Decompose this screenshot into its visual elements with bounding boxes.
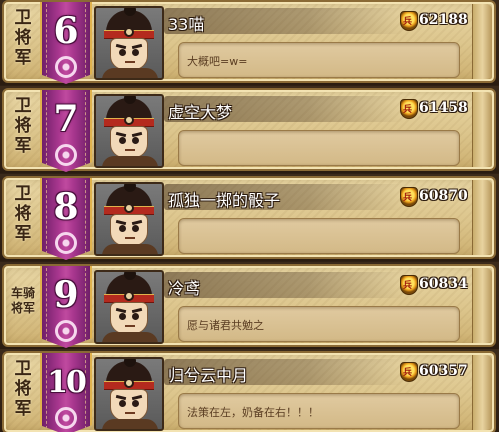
player-message: 法策在左，奶备在右！！！ <box>187 406 319 419</box>
player-name[interactable]: 冷鸢 <box>168 275 200 299</box>
rank-banner: 8 <box>40 178 92 260</box>
player-avatar[interactable] <box>94 94 164 168</box>
leaderboard-list: 卫将军 6 33喵 62188 大概吧=w= 卫将军 <box>0 0 499 432</box>
rank-banner: 6 <box>40 2 92 84</box>
swirl-emblem-icon <box>55 56 77 78</box>
rank-banner: 9 <box>40 266 92 348</box>
swirl-emblem-icon <box>55 320 77 342</box>
player-avatar[interactable] <box>94 270 164 344</box>
player-power: 61458 <box>419 100 468 116</box>
player-name[interactable]: 33喵 <box>168 11 204 35</box>
power-medal-icon <box>400 275 418 295</box>
power-medal-icon <box>400 11 418 31</box>
rank-number: 7 <box>53 98 79 140</box>
row-card: 卫将军 8 孤独一掷的骰子 60870 <box>2 176 496 260</box>
player-avatar[interactable] <box>94 357 164 431</box>
rank-title: 卫将军 <box>14 8 32 68</box>
row-card: 卫将军 7 虚空大梦 61458 <box>2 88 496 172</box>
swirl-emblem-icon <box>55 407 77 429</box>
player-avatar[interactable] <box>94 6 164 80</box>
row-card: 卫将军 10 归兮云中月 60357 法策在左，奶备在右！！！ <box>2 351 496 432</box>
rank-title: 卫将军 <box>14 184 32 244</box>
player-name[interactable]: 归兮云中月 <box>168 362 248 386</box>
rank-number: 6 <box>53 10 79 52</box>
scroll-end-decoration <box>472 268 492 343</box>
rank-title: 车骑将军 <box>10 286 35 315</box>
player-avatar[interactable] <box>94 182 164 256</box>
player-power: 60357 <box>419 363 468 379</box>
scroll-end-decoration <box>472 180 492 255</box>
player-name[interactable]: 孤独一掷的骰子 <box>168 187 280 211</box>
swirl-emblem-icon <box>55 144 77 166</box>
rank-number: 10 <box>47 365 87 400</box>
message-box <box>178 218 460 254</box>
player-message: 愿与诸君共勉之 <box>187 319 264 332</box>
leaderboard-row-7[interactable]: 卫将军 7 虚空大梦 61458 <box>0 86 499 173</box>
leaderboard-row-6[interactable]: 卫将军 6 33喵 62188 大概吧=w= <box>0 0 499 85</box>
swirl-emblem-icon <box>55 232 77 254</box>
player-power: 60834 <box>419 276 468 292</box>
power-medal-icon <box>400 187 418 207</box>
player-power: 60870 <box>419 188 468 204</box>
row-card: 卫将军 6 33喵 62188 大概吧=w= <box>2 0 496 84</box>
rank-banner: 10 <box>40 353 92 432</box>
rank-number: 8 <box>53 186 79 228</box>
rank-number: 9 <box>53 274 79 316</box>
player-message: 大概吧=w= <box>187 55 248 68</box>
message-box: 大概吧=w= <box>178 42 460 78</box>
leaderboard-row-8[interactable]: 卫将军 8 孤独一掷的骰子 60870 <box>0 174 499 261</box>
scroll-end-decoration <box>472 4 492 79</box>
player-power: 62188 <box>419 12 468 28</box>
row-card: 车骑将军 9 冷鸢 60834 愿与诸君共勉之 <box>2 264 496 348</box>
rank-title: 卫将军 <box>14 359 32 419</box>
scroll-end-decoration <box>472 92 492 167</box>
message-box: 法策在左，奶备在右！！！ <box>178 393 460 429</box>
scroll-end-decoration <box>472 355 492 430</box>
message-box <box>178 130 460 166</box>
player-name[interactable]: 虚空大梦 <box>168 99 232 123</box>
power-medal-icon <box>400 99 418 119</box>
power-medal-icon <box>400 362 418 382</box>
rank-banner: 7 <box>40 90 92 172</box>
leaderboard-row-9[interactable]: 车骑将军 9 冷鸢 60834 愿与诸君共勉之 <box>0 262 499 349</box>
message-box: 愿与诸君共勉之 <box>178 306 460 342</box>
leaderboard-row-10[interactable]: 卫将军 10 归兮云中月 60357 法策在左，奶备在右！！！ <box>0 349 499 432</box>
rank-title: 卫将军 <box>14 96 32 156</box>
